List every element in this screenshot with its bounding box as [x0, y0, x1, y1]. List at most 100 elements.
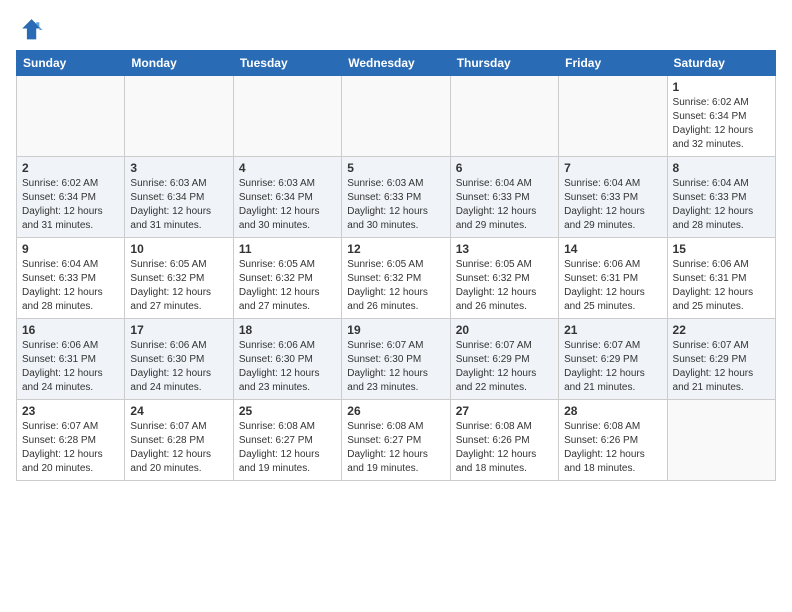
day-info: Sunrise: 6:07 AM Sunset: 6:28 PM Dayligh… — [22, 420, 119, 476]
day-info: Sunrise: 6:03 AM Sunset: 6:34 PM Dayligh… — [239, 177, 336, 233]
day-info: Sunrise: 6:07 AM Sunset: 6:29 PM Dayligh… — [564, 339, 661, 395]
day-number: 14 — [564, 242, 661, 256]
day-number: 23 — [22, 404, 119, 418]
day-cell — [559, 76, 667, 157]
day-cell — [125, 76, 233, 157]
day-number: 16 — [22, 323, 119, 337]
week-row-4: 16 Sunrise: 6:06 AM Sunset: 6:31 PM Dayli… — [17, 319, 776, 400]
header-cell-friday: Friday — [559, 51, 667, 76]
day-number: 11 — [239, 242, 336, 256]
week-row-5: 23 Sunrise: 6:07 AM Sunset: 6:28 PM Dayli… — [17, 400, 776, 481]
day-cell: 28Sunrise: 6:08 AM Sunset: 6:26 PM Dayli… — [559, 400, 667, 481]
day-number: 4 — [239, 161, 336, 175]
day-cell: 20 Sunrise: 6:07 AM Sunset: 6:29 PM Dayli… — [450, 319, 558, 400]
day-cell: 11 Sunrise: 6:05 AM Sunset: 6:32 PM Dayli… — [233, 238, 341, 319]
day-info: Sunrise: 6:06 AM Sunset: 6:31 PM Dayligh… — [564, 258, 661, 314]
day-number: 6 — [456, 161, 553, 175]
header — [16, 16, 776, 44]
day-info: Sunrise: 6:07 AM Sunset: 6:29 PM Dayligh… — [673, 339, 770, 395]
header-cell-tuesday: Tuesday — [233, 51, 341, 76]
day-cell: 5Sunrise: 6:03 AM Sunset: 6:33 PM Daylig… — [342, 157, 450, 238]
header-row: SundayMondayTuesdayWednesdayThursdayFrid… — [17, 51, 776, 76]
day-cell: 16 Sunrise: 6:06 AM Sunset: 6:31 PM Dayli… — [17, 319, 125, 400]
day-info: Sunrise: 6:05 AM Sunset: 6:32 PM Dayligh… — [347, 258, 444, 314]
day-cell: 8 Sunrise: 6:04 AM Sunset: 6:33 PM Daylig… — [667, 157, 775, 238]
day-cell — [667, 400, 775, 481]
day-cell: 22 Sunrise: 6:07 AM Sunset: 6:29 PM Dayli… — [667, 319, 775, 400]
day-number: 1 — [673, 80, 770, 94]
day-cell: 21 Sunrise: 6:07 AM Sunset: 6:29 PM Dayli… — [559, 319, 667, 400]
day-number: 24 — [130, 404, 227, 418]
calendar-table: SundayMondayTuesdayWednesdayThursdayFrid… — [16, 50, 776, 481]
day-cell: 2 Sunrise: 6:02 AM Sunset: 6:34 PM Daylig… — [17, 157, 125, 238]
day-cell — [450, 76, 558, 157]
day-info: Sunrise: 6:03 AM Sunset: 6:34 PM Dayligh… — [130, 177, 227, 233]
day-info: Sunrise: 6:04 AM Sunset: 6:33 PM Dayligh… — [673, 177, 770, 233]
page: SundayMondayTuesdayWednesdayThursdayFrid… — [0, 0, 792, 491]
day-info: Sunrise: 6:04 AM Sunset: 6:33 PM Dayligh… — [456, 177, 553, 233]
day-cell: 23 Sunrise: 6:07 AM Sunset: 6:28 PM Dayli… — [17, 400, 125, 481]
day-number: 13 — [456, 242, 553, 256]
day-info: Sunrise: 6:06 AM Sunset: 6:30 PM Dayligh… — [130, 339, 227, 395]
day-info: Sunrise: 6:04 AM Sunset: 6:33 PM Dayligh… — [564, 177, 661, 233]
day-info: Sunrise: 6:07 AM Sunset: 6:28 PM Dayligh… — [130, 420, 227, 476]
day-number: 20 — [456, 323, 553, 337]
day-cell: 7 Sunrise: 6:04 AM Sunset: 6:33 PM Daylig… — [559, 157, 667, 238]
day-number: 22 — [673, 323, 770, 337]
day-cell: 26 Sunrise: 6:08 AM Sunset: 6:27 PM Dayli… — [342, 400, 450, 481]
day-number: 17 — [130, 323, 227, 337]
day-info: Sunrise: 6:08 AM Sunset: 6:26 PM Dayligh… — [456, 420, 553, 476]
day-info: Sunrise: 6:03 AM Sunset: 6:33 PM Dayligh… — [347, 177, 444, 233]
calendar-header: SundayMondayTuesdayWednesdayThursdayFrid… — [17, 51, 776, 76]
day-number: 8 — [673, 161, 770, 175]
day-info: Sunrise: 6:05 AM Sunset: 6:32 PM Dayligh… — [239, 258, 336, 314]
day-number: 15 — [673, 242, 770, 256]
day-number: 7 — [564, 161, 661, 175]
day-cell: 10 Sunrise: 6:05 AM Sunset: 6:32 PM Dayli… — [125, 238, 233, 319]
day-cell: 17 Sunrise: 6:06 AM Sunset: 6:30 PM Dayli… — [125, 319, 233, 400]
day-number: 3 — [130, 161, 227, 175]
day-cell: 3 Sunrise: 6:03 AM Sunset: 6:34 PM Daylig… — [125, 157, 233, 238]
week-row-1: 1 Sunrise: 6:02 AM Sunset: 6:34 PM Daylig… — [17, 76, 776, 157]
day-number: 18 — [239, 323, 336, 337]
day-number: 10 — [130, 242, 227, 256]
day-info: Sunrise: 6:08 AM Sunset: 6:27 PM Dayligh… — [239, 420, 336, 476]
day-cell — [342, 76, 450, 157]
day-cell: 24 Sunrise: 6:07 AM Sunset: 6:28 PM Dayli… — [125, 400, 233, 481]
day-cell: 9Sunrise: 6:04 AM Sunset: 6:33 PM Daylig… — [17, 238, 125, 319]
header-cell-wednesday: Wednesday — [342, 51, 450, 76]
day-number: 12 — [347, 242, 444, 256]
week-row-2: 2 Sunrise: 6:02 AM Sunset: 6:34 PM Daylig… — [17, 157, 776, 238]
week-row-3: 9Sunrise: 6:04 AM Sunset: 6:33 PM Daylig… — [17, 238, 776, 319]
day-number: 2 — [22, 161, 119, 175]
day-info: Sunrise: 6:08 AM Sunset: 6:27 PM Dayligh… — [347, 420, 444, 476]
day-cell — [17, 76, 125, 157]
day-number: 26 — [347, 404, 444, 418]
day-number: 25 — [239, 404, 336, 418]
day-info: Sunrise: 6:06 AM Sunset: 6:31 PM Dayligh… — [22, 339, 119, 395]
day-number: 21 — [564, 323, 661, 337]
logo-icon — [16, 16, 44, 44]
day-info: Sunrise: 6:06 AM Sunset: 6:31 PM Dayligh… — [673, 258, 770, 314]
header-cell-thursday: Thursday — [450, 51, 558, 76]
day-number: 19 — [347, 323, 444, 337]
day-cell: 1 Sunrise: 6:02 AM Sunset: 6:34 PM Daylig… — [667, 76, 775, 157]
day-info: Sunrise: 6:08 AM Sunset: 6:26 PM Dayligh… — [564, 420, 661, 476]
day-cell: 4 Sunrise: 6:03 AM Sunset: 6:34 PM Daylig… — [233, 157, 341, 238]
day-cell: 27Sunrise: 6:08 AM Sunset: 6:26 PM Dayli… — [450, 400, 558, 481]
day-cell: 12 Sunrise: 6:05 AM Sunset: 6:32 PM Dayli… — [342, 238, 450, 319]
header-cell-monday: Monday — [125, 51, 233, 76]
day-cell: 19Sunrise: 6:07 AM Sunset: 6:30 PM Dayli… — [342, 319, 450, 400]
day-cell: 6 Sunrise: 6:04 AM Sunset: 6:33 PM Daylig… — [450, 157, 558, 238]
logo — [16, 16, 48, 44]
day-info: Sunrise: 6:05 AM Sunset: 6:32 PM Dayligh… — [130, 258, 227, 314]
day-cell: 15 Sunrise: 6:06 AM Sunset: 6:31 PM Dayli… — [667, 238, 775, 319]
day-number: 9 — [22, 242, 119, 256]
header-cell-sunday: Sunday — [17, 51, 125, 76]
day-cell: 18Sunrise: 6:06 AM Sunset: 6:30 PM Dayli… — [233, 319, 341, 400]
day-info: Sunrise: 6:02 AM Sunset: 6:34 PM Dayligh… — [673, 96, 770, 152]
calendar-body: 1 Sunrise: 6:02 AM Sunset: 6:34 PM Daylig… — [17, 76, 776, 481]
day-info: Sunrise: 6:02 AM Sunset: 6:34 PM Dayligh… — [22, 177, 119, 233]
day-info: Sunrise: 6:07 AM Sunset: 6:29 PM Dayligh… — [456, 339, 553, 395]
header-cell-saturday: Saturday — [667, 51, 775, 76]
